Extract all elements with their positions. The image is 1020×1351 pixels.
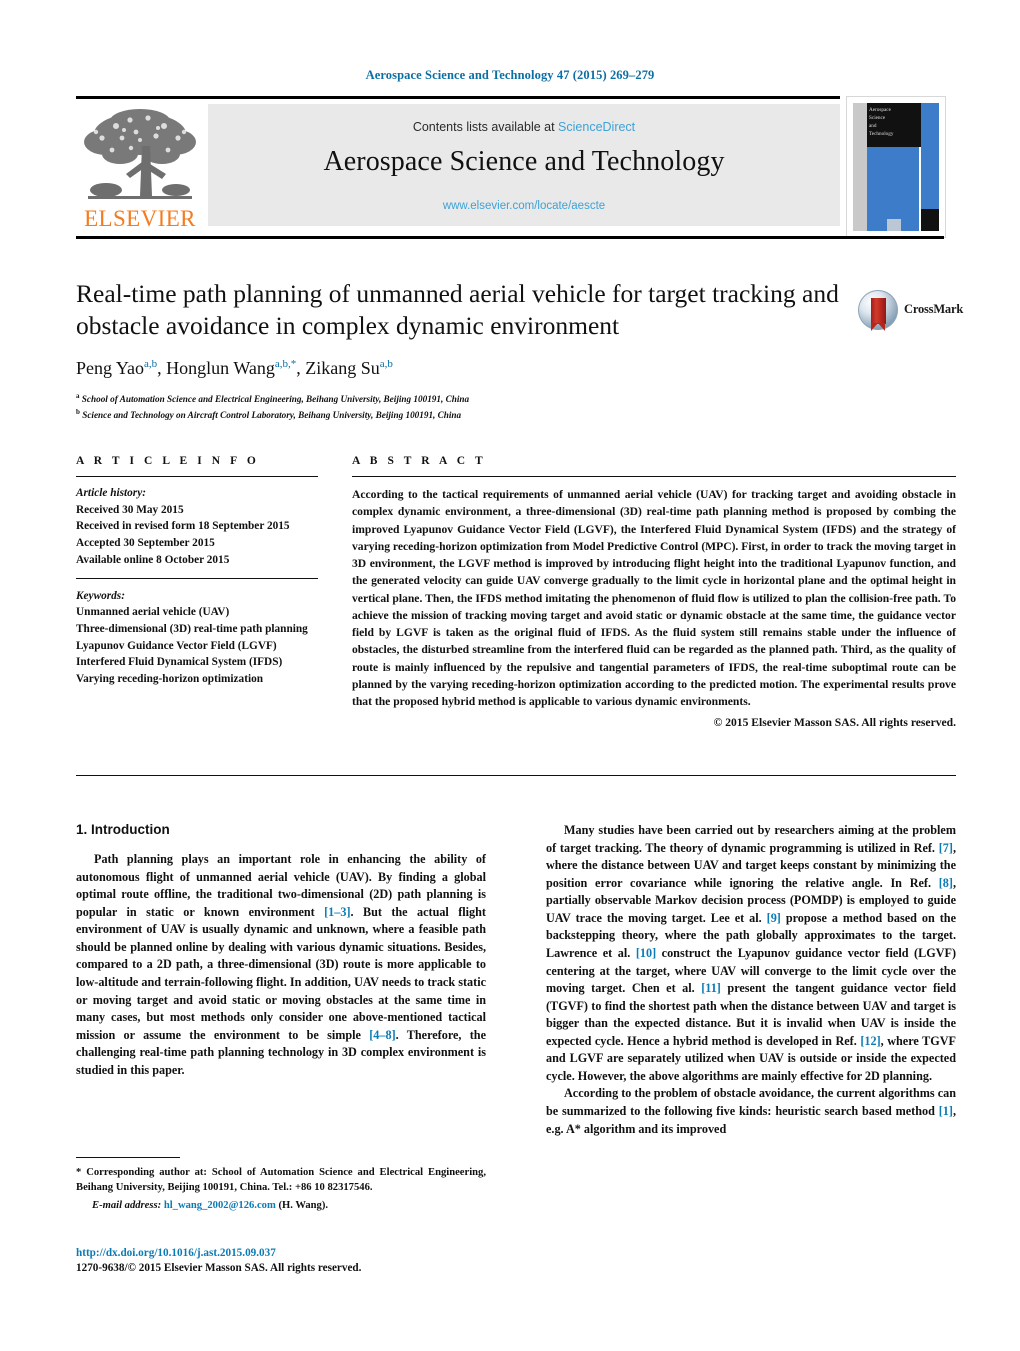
citation-link[interactable]: [1–3] (324, 905, 350, 919)
abstract-copyright: © 2015 Elsevier Masson SAS. All rights r… (713, 716, 956, 730)
citation-link[interactable]: [10] (636, 946, 656, 960)
masthead-top-rule (76, 96, 840, 99)
citation-link[interactable]: [1] (939, 1104, 953, 1118)
history-item: Accepted 30 September 2015 (76, 537, 215, 550)
cover-title-line-3: and (869, 123, 877, 130)
keyword-item: Unmanned aerial vehicle (UAV) (76, 606, 230, 619)
section-heading-introduction: 1. Introduction (76, 822, 170, 837)
citation-link[interactable]: [11] (701, 981, 721, 995)
cover-title-text: Aerospace Science and Technology (869, 106, 919, 138)
body-columns: 1. Introduction Path planning plays an i… (76, 822, 956, 1292)
doi-link[interactable]: http://dx.doi.org/10.1016/j.ast.2015.09.… (76, 1246, 496, 1261)
doi-block: http://dx.doi.org/10.1016/j.ast.2015.09.… (76, 1246, 496, 1277)
cover-title-line-4: Technology (869, 131, 894, 138)
citation-link[interactable]: [12] (860, 1034, 880, 1048)
masthead-bottom-rule (76, 236, 944, 239)
body-paragraph: According to the problem of obstacle avo… (546, 1085, 956, 1138)
affiliation-mark: b (76, 407, 80, 416)
running-head: Aerospace Science and Technology 47 (201… (365, 68, 655, 82)
body-paragraph: Path planning plays an important role in… (76, 851, 486, 1079)
info-abstract-bottom-rule (76, 775, 956, 776)
abstract-text: According to the tactical requirements o… (352, 488, 956, 709)
keyword-item: Varying receding-horizon optimization (76, 673, 264, 686)
author-affil-marks: a,b (379, 358, 393, 371)
author-affil-marks: a,b (144, 358, 158, 371)
elsevier-tree-icon (84, 109, 196, 199)
elsevier-logo: ELSEVIER (76, 104, 204, 232)
author-name: Honglun Wang (166, 358, 275, 379)
body-text-seg: Many studies have been carried out by re… (546, 823, 956, 855)
crossmark-icon (858, 290, 898, 331)
keyword-item: Three-dimensional (3D) real-time path pl… (76, 623, 308, 636)
history-item: Received in revised form 18 September 20… (76, 520, 290, 533)
page-title: Real-time path planning of unmanned aeri… (76, 279, 839, 341)
affiliation-item: b Science and Technology on Aircraft Con… (76, 407, 846, 422)
affiliation-item: a School of Automation Science and Elect… (76, 391, 846, 406)
history-item: Received 30 May 2015 (76, 503, 184, 516)
contents-prefix: Contents lists available at (412, 120, 559, 134)
article-info-rule (76, 476, 318, 477)
crossmark-label: CrossMark (904, 302, 964, 316)
cover-blue-top-right (921, 103, 939, 147)
footnote-rule (76, 1157, 180, 1158)
article-info-column: A R T I C L E I N F O Article history: R… (76, 455, 318, 688)
cover-black-bottom-right (921, 209, 939, 231)
email-suffix: (H. Wang). (278, 1199, 328, 1211)
cover-blue-right (921, 147, 939, 209)
sciencedirect-link[interactable]: ScienceDirect (558, 120, 635, 134)
author-name: Zikang Su (305, 358, 380, 379)
abstract-rule (352, 476, 956, 477)
body-text-seg: According to the problem of obstacle avo… (546, 1086, 956, 1118)
citation-link[interactable]: [8] (939, 876, 953, 890)
keywords-label: Keywords: (76, 589, 125, 602)
crossmark-badge[interactable]: CrossMark (858, 288, 964, 332)
issn-copyright-line: 1270-9638/© 2015 Elsevier Masson SAS. Al… (76, 1262, 362, 1275)
paper-page: Aerospace Science and Technology 47 (201… (0, 0, 1020, 1351)
email-label: E-mail address: (92, 1199, 162, 1211)
article-history: Article history: Received 30 May 2015 Re… (76, 485, 318, 569)
journal-url-link[interactable]: www.elsevier.com/locate/aescte (208, 200, 840, 212)
citation-link[interactable]: [7] (939, 841, 953, 855)
abstract-heading: A B S T R A C T (352, 455, 487, 467)
journal-masthead: ELSEVIER Contents lists available at Sci… (76, 96, 946, 239)
journal-title: Aerospace Science and Technology (323, 146, 725, 177)
cover-title-line-1: Aerospace (869, 107, 891, 113)
article-info-heading: A R T I C L E I N F O (76, 455, 260, 467)
journal-cover-thumbnail[interactable]: Aerospace Science and Technology (846, 96, 946, 238)
email-link[interactable]: hl_wang_2002@126.com (164, 1200, 276, 1211)
footnote-block: * Corresponding author at: School of Aut… (76, 1157, 486, 1213)
contents-list-line: Contents lists available at ScienceDirec… (208, 120, 840, 134)
affiliation-list: a School of Automation Science and Elect… (76, 391, 846, 422)
elsevier-wordmark: ELSEVIER (84, 206, 196, 231)
citation-link[interactable]: [4–8] (369, 1028, 395, 1042)
body-column-left: 1. Introduction Path planning plays an i… (76, 822, 486, 1079)
keyword-item: Interfered Fluid Dynamical System (IFDS) (76, 656, 283, 669)
cover-spine (853, 103, 867, 231)
citation-link[interactable]: [9] (767, 911, 781, 925)
keyword-item: Lyapunov Guidance Vector Field (LGVF) (76, 639, 277, 652)
keyword-list: Keywords: Unmanned aerial vehicle (UAV) … (76, 588, 318, 688)
body-paragraph: Many studies have been carried out by re… (546, 822, 956, 1085)
crossmark-bookmark-shape (871, 298, 886, 331)
cover-publisher-mark (887, 219, 901, 231)
affiliation-text: School of Automation Science and Electri… (81, 394, 470, 405)
email-note: E-mail address: hl_wang_2002@126.com (H.… (76, 1198, 486, 1213)
corresponding-author-note: * Corresponding author at: School of Aut… (76, 1167, 486, 1194)
affiliation-mark: a (76, 392, 80, 401)
affiliation-text: Science and Technology on Aircraft Contr… (82, 409, 462, 420)
author-affil-marks: a,b,* (274, 358, 297, 371)
keywords-rule (76, 577, 318, 579)
title-block: Real-time path planning of unmanned aeri… (76, 278, 846, 422)
body-column-right: Many studies have been carried out by re… (546, 822, 956, 1138)
author-list: Peng Yaoa,b, Honglun Wanga,b,*, Zikang S… (76, 358, 393, 379)
body-text-seg: . But the actual flight environment of U… (76, 904, 486, 1042)
author-name: Peng Yao (76, 358, 145, 379)
masthead-center-panel: Contents lists available at ScienceDirec… (208, 104, 840, 226)
abstract-column: A B S T R A C T According to the tactica… (352, 455, 956, 729)
article-history-label: Article history: (76, 487, 146, 499)
history-item: Available online 8 October 2015 (76, 553, 230, 566)
cover-title-line-2: Science (869, 115, 886, 122)
